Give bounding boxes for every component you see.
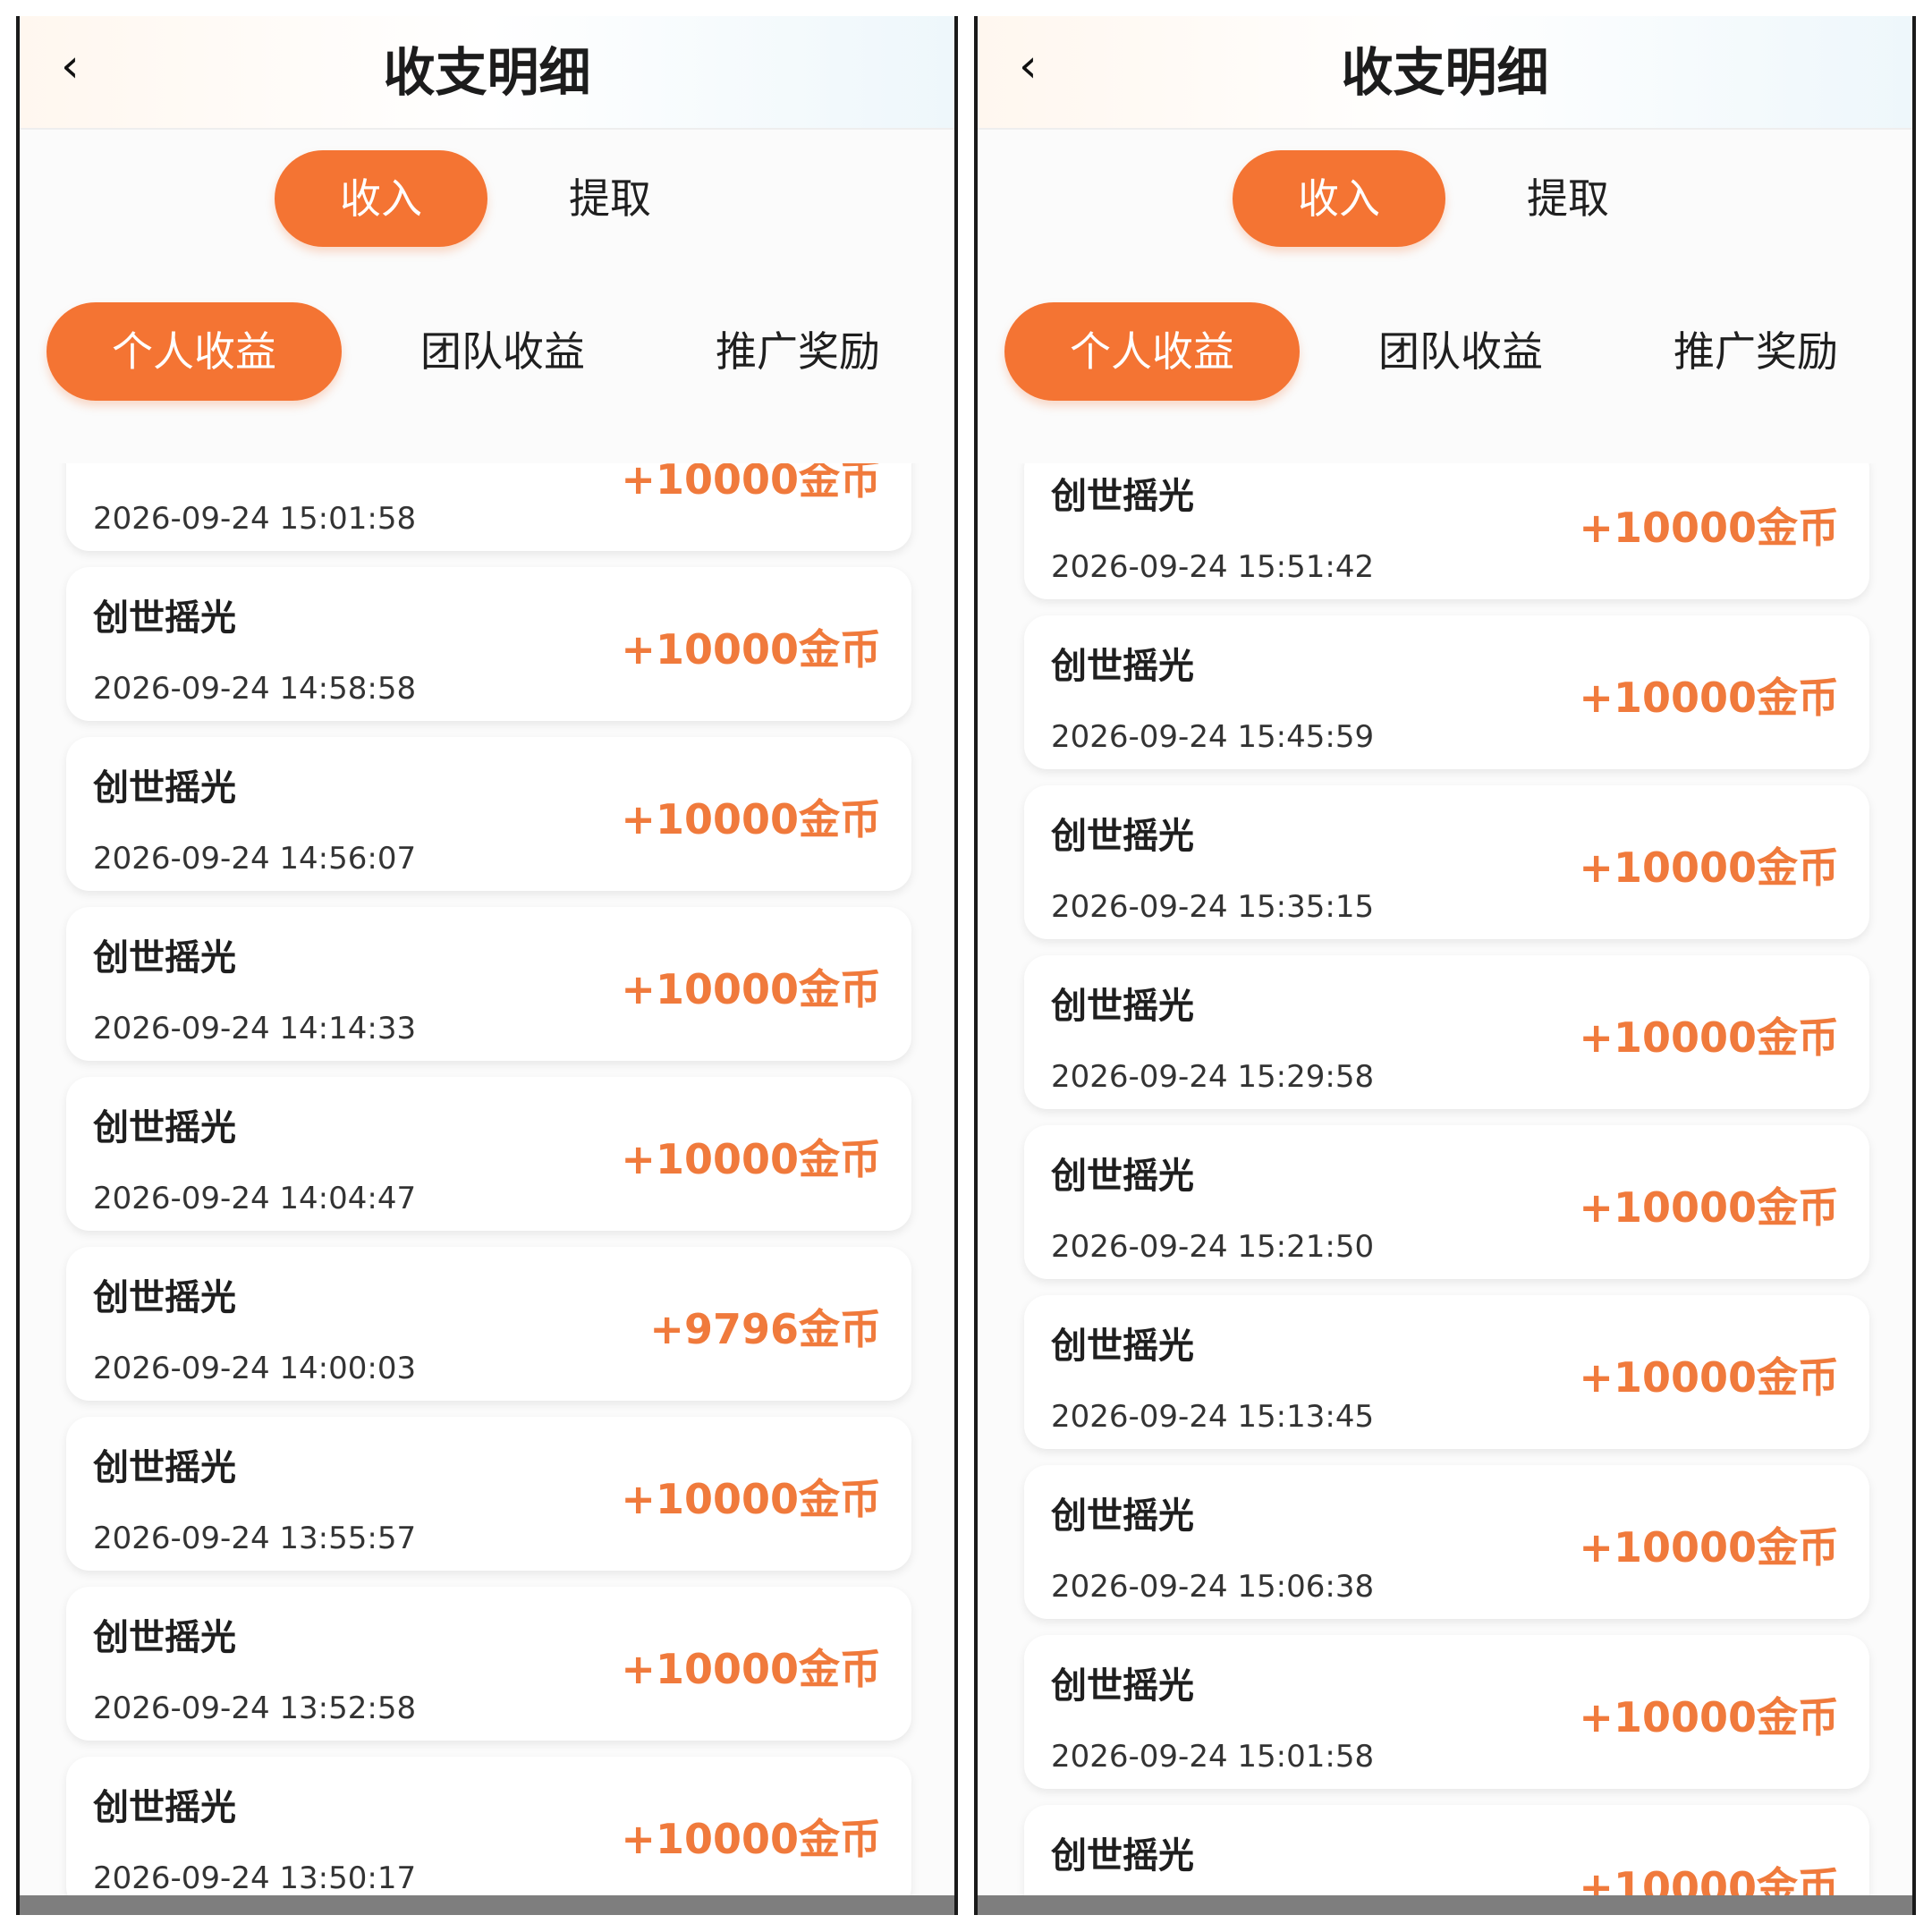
item-name: 创世摇光 <box>93 1787 236 1828</box>
phone-screen-right: ‹ 收支明细 收入 提取 个人收益 团队收益 推广奖励 创世摇光 2026-09… <box>974 16 1916 1915</box>
item-amount: +10000金币 <box>1579 1863 1839 1895</box>
list-item[interactable]: 创世摇光 2026-09-24 14:14:33 +10000金币 <box>66 907 911 1061</box>
bottom-bar <box>20 1895 954 1915</box>
item-time: 2026-09-24 14:56:07 <box>93 841 417 877</box>
item-amount: +10000金币 <box>1579 843 1839 892</box>
sub-tabs: 个人收益 团队收益 推广奖励 <box>978 302 1912 402</box>
item-time: 2026-09-24 15:35:15 <box>1051 889 1375 925</box>
item-name: 创世摇光 <box>1051 646 1194 687</box>
item-amount: +10000金币 <box>621 1645 881 1693</box>
sub-tab-team-earnings[interactable]: 团队收益 <box>1335 302 1586 401</box>
item-name: 创世摇光 <box>93 937 236 979</box>
item-amount: +10000金币 <box>621 795 881 843</box>
item-name: 创世摇光 <box>1051 1326 1194 1367</box>
sub-tabs: 个人收益 团队收益 推广奖励 <box>20 302 954 402</box>
sub-tab-promotion-reward[interactable]: 推广奖励 <box>1631 302 1881 401</box>
list-item[interactable]: 创世摇光 2026-09-24 14:04:47 +10000金币 <box>66 1077 911 1231</box>
item-time: 2026-09-24 14:58:58 <box>93 671 417 707</box>
item-time: 2026-09-24 14:14:33 <box>93 1011 417 1046</box>
item-time: 2026-09-24 15:21:50 <box>1051 1229 1375 1265</box>
phone-screen-left: ‹ 收支明细 收入 提取 个人收益 团队收益 推广奖励 2026-09-24 1… <box>16 16 958 1915</box>
item-time: 2026-09-24 15:45:59 <box>1051 719 1375 755</box>
item-amount: +10000金币 <box>621 463 881 504</box>
list-item[interactable]: 创世摇光 +10000金币 <box>1024 1805 1869 1895</box>
list-item[interactable]: 创世摇光 2026-09-24 15:45:59 +10000金币 <box>1024 615 1869 769</box>
item-name: 创世摇光 <box>1051 1665 1194 1707</box>
list-item[interactable]: 创世摇光 2026-09-24 15:13:45 +10000金币 <box>1024 1295 1869 1449</box>
item-name: 创世摇光 <box>1051 986 1194 1027</box>
item-name: 创世摇光 <box>93 1277 236 1318</box>
item-amount: +10000金币 <box>1579 674 1839 722</box>
main-tabs: 收入 提取 <box>978 150 1912 249</box>
list-item[interactable]: 创世摇光 2026-09-24 15:06:38 +10000金币 <box>1024 1465 1869 1619</box>
page-title: 收支明细 <box>383 42 591 103</box>
item-amount: +9796金币 <box>649 1305 881 1353</box>
list-item[interactable]: 创世摇光 2026-09-24 14:00:03 +9796金币 <box>66 1247 911 1401</box>
item-time: 2026-09-24 15:01:58 <box>93 501 417 537</box>
item-amount: +10000金币 <box>621 1135 881 1183</box>
main-tabs: 收入 提取 <box>20 150 954 249</box>
item-time: 2026-09-24 13:50:17 <box>93 1860 417 1895</box>
list-item[interactable]: 创世摇光 2026-09-24 15:01:58 +10000金币 <box>1024 1635 1869 1789</box>
page-title: 收支明细 <box>1341 42 1549 103</box>
list-item[interactable]: 创世摇光 2026-09-24 13:55:57 +10000金币 <box>66 1417 911 1571</box>
item-name: 创世摇光 <box>1051 476 1194 517</box>
list-item[interactable]: 2026-09-24 15:01:58 +10000金币 <box>66 463 911 551</box>
list-item[interactable]: 创世摇光 2026-09-24 15:35:15 +10000金币 <box>1024 785 1869 939</box>
item-amount: +10000金币 <box>1579 504 1839 552</box>
transaction-list[interactable]: 2026-09-24 15:01:58 +10000金币 创世摇光 2026-0… <box>20 463 954 1895</box>
list-item[interactable]: 创世摇光 2026-09-24 15:51:42 +10000金币 <box>1024 463 1869 599</box>
item-amount: +10000金币 <box>1579 1523 1839 1572</box>
item-amount: +10000金币 <box>621 1475 881 1523</box>
sub-tab-personal-earnings[interactable]: 个人收益 <box>47 302 342 401</box>
item-name: 创世摇光 <box>93 597 236 639</box>
item-time: 2026-09-24 13:52:58 <box>93 1690 417 1726</box>
transaction-list[interactable]: 创世摇光 2026-09-24 15:51:42 +10000金币 创世摇光 2… <box>978 463 1912 1895</box>
tab-withdraw[interactable]: 提取 <box>1479 150 1657 247</box>
item-name: 创世摇光 <box>93 1617 236 1658</box>
list-item[interactable]: 创世摇光 2026-09-24 15:21:50 +10000金币 <box>1024 1125 1869 1279</box>
item-amount: +10000金币 <box>621 1815 881 1863</box>
list-item[interactable]: 创世摇光 2026-09-24 14:58:58 +10000金币 <box>66 567 911 721</box>
tab-income[interactable]: 收入 <box>275 150 487 247</box>
item-amount: +10000金币 <box>1579 1183 1839 1232</box>
list-item[interactable]: 创世摇光 2026-09-24 13:52:58 +10000金币 <box>66 1587 911 1741</box>
tab-income[interactable]: 收入 <box>1233 150 1445 247</box>
item-time: 2026-09-24 13:55:57 <box>93 1521 417 1556</box>
item-name: 创世摇光 <box>1051 816 1194 857</box>
tab-withdraw[interactable]: 提取 <box>521 150 699 247</box>
item-amount: +10000金币 <box>621 625 881 674</box>
item-amount: +10000金币 <box>1579 1693 1839 1741</box>
item-time: 2026-09-24 14:04:47 <box>93 1181 417 1216</box>
item-amount: +10000金币 <box>1579 1353 1839 1402</box>
item-time: 2026-09-24 15:13:45 <box>1051 1399 1375 1435</box>
item-time: 2026-09-24 14:00:03 <box>93 1351 417 1386</box>
item-name: 创世摇光 <box>1051 1156 1194 1197</box>
list-item[interactable]: 创世摇光 2026-09-24 14:56:07 +10000金币 <box>66 737 911 891</box>
header: ‹ 收支明细 <box>20 16 954 130</box>
item-time: 2026-09-24 15:01:58 <box>1051 1739 1375 1775</box>
item-amount: +10000金币 <box>621 965 881 1013</box>
item-time: 2026-09-24 15:06:38 <box>1051 1569 1375 1605</box>
header: ‹ 收支明细 <box>978 16 1912 130</box>
item-amount: +10000金币 <box>1579 1013 1839 1062</box>
sub-tab-personal-earnings[interactable]: 个人收益 <box>1004 302 1300 401</box>
sub-tab-promotion-reward[interactable]: 推广奖励 <box>673 302 923 401</box>
item-time: 2026-09-24 15:29:58 <box>1051 1059 1375 1095</box>
item-name: 创世摇光 <box>1051 1835 1194 1877</box>
item-name: 创世摇光 <box>93 1447 236 1488</box>
sub-tab-team-earnings[interactable]: 团队收益 <box>377 302 628 401</box>
item-name: 创世摇光 <box>93 1107 236 1148</box>
item-name: 创世摇光 <box>93 767 236 809</box>
item-time: 2026-09-24 15:51:42 <box>1051 549 1375 585</box>
item-name: 创世摇光 <box>1051 1496 1194 1537</box>
bottom-bar <box>978 1895 1912 1915</box>
list-item[interactable]: 创世摇光 2026-09-24 13:50:17 +10000金币 <box>66 1757 911 1895</box>
list-item[interactable]: 创世摇光 2026-09-24 15:29:58 +10000金币 <box>1024 955 1869 1109</box>
